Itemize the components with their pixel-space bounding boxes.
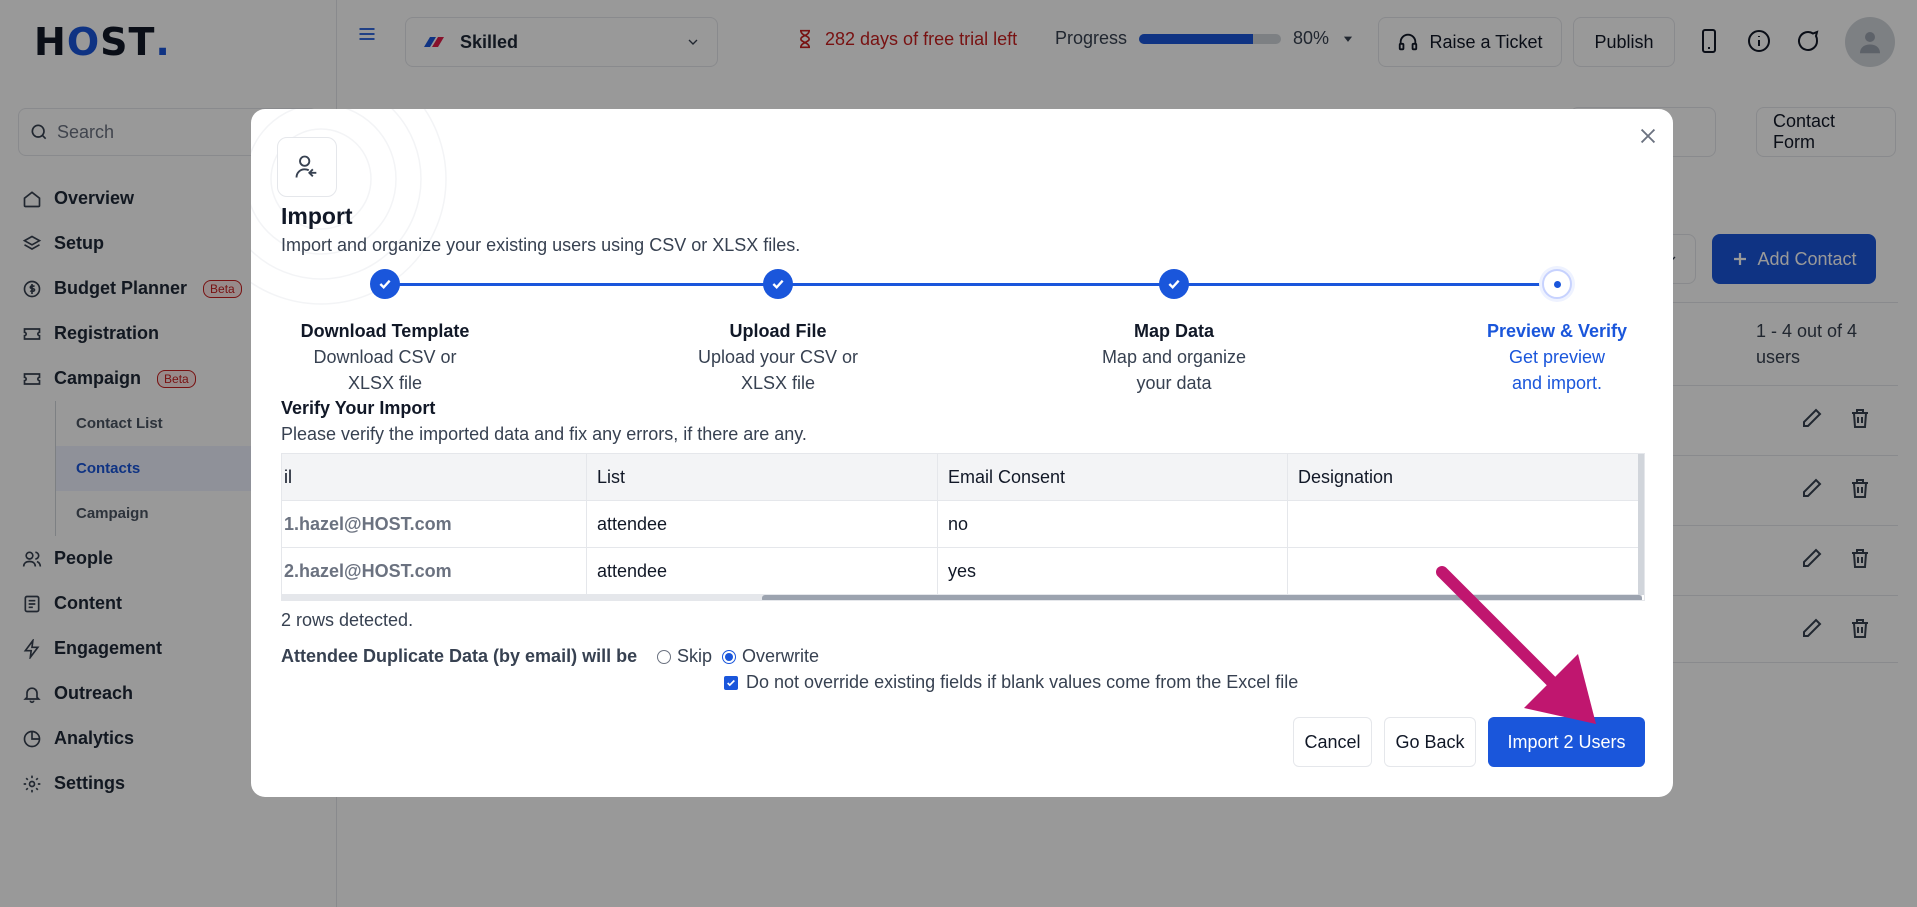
stepper-track <box>385 283 1557 286</box>
step-desc: Upload your CSV or XLSX file <box>697 347 859 393</box>
overwrite-radio-label[interactable]: Overwrite <box>742 646 819 667</box>
overwrite-radio[interactable] <box>722 649 737 664</box>
verify-title: Verify Your Import <box>281 398 436 418</box>
column-header: Email Consent <box>938 454 1288 500</box>
designation-cell <box>1288 501 1642 547</box>
rows-detected-text: 2 rows detected. <box>281 610 414 630</box>
column-header: Designation <box>1288 454 1642 500</box>
no-override-label[interactable]: Do not override existing fields if blank… <box>746 672 1298 693</box>
step-title: Upload File <box>729 321 827 341</box>
step-desc: Get preview and import. <box>1508 347 1606 393</box>
cancel-button[interactable]: Cancel <box>1293 717 1372 767</box>
modal-subtitle: Import and organize your existing users … <box>281 235 801 255</box>
consent-cell: yes <box>938 548 1288 594</box>
step-upload-file: Upload File Upload your CSV or XLSX file <box>663 318 893 396</box>
email-cell: 2.hazel@HOST.com <box>282 548 587 594</box>
duplicate-radio-group: Skip Overwrite <box>657 646 819 667</box>
step-map-data: Map Data Map and organize your data <box>1059 318 1289 396</box>
column-header: List <box>587 454 938 500</box>
step-title: Download Template <box>300 321 470 341</box>
step-download-template: Download Template Download CSV or XLSX f… <box>270 318 500 396</box>
step-desc: Download CSV or XLSX file <box>313 347 457 393</box>
step-3-check <box>1159 269 1189 299</box>
check-icon <box>379 279 391 290</box>
vertical-scrollbar[interactable] <box>1638 454 1644 595</box>
check-icon <box>772 279 784 290</box>
step-title: Map Data <box>1133 321 1214 341</box>
no-override-option[interactable]: Do not override existing fields if blank… <box>724 672 1298 693</box>
annotation-arrow-icon <box>1436 566 1596 724</box>
check-icon <box>1168 279 1180 290</box>
close-icon[interactable] <box>1635 123 1661 149</box>
step-2-check <box>763 269 793 299</box>
verify-subtitle: Please verify the imported data and fix … <box>281 424 807 444</box>
consent-cell: no <box>938 501 1288 547</box>
step-preview-verify: Preview & Verify Get preview and import. <box>1442 318 1672 396</box>
duplicate-data-label: Attendee Duplicate Data (by email) will … <box>281 646 638 666</box>
table-row: 1.hazel@HOST.com attendee no <box>282 501 1642 548</box>
email-cell: 1.hazel@HOST.com <box>282 501 587 547</box>
current-dot <box>1553 280 1561 288</box>
import-user-icon <box>277 137 337 197</box>
skip-radio-label[interactable]: Skip <box>677 646 712 667</box>
step-title: Preview & Verify <box>1486 321 1628 341</box>
step-desc: Map and organize your data <box>1101 347 1247 393</box>
skip-radio[interactable] <box>657 649 671 664</box>
column-header: il <box>282 454 587 500</box>
modal-title: Import <box>281 203 353 229</box>
step-4-current <box>1542 269 1572 299</box>
table-header-row: il List Email Consent Designation <box>282 454 1642 501</box>
step-1-check <box>370 269 400 299</box>
no-override-checkbox[interactable] <box>724 675 738 690</box>
list-cell: attendee <box>587 548 938 594</box>
list-cell: attendee <box>587 501 938 547</box>
check-icon <box>727 679 735 686</box>
